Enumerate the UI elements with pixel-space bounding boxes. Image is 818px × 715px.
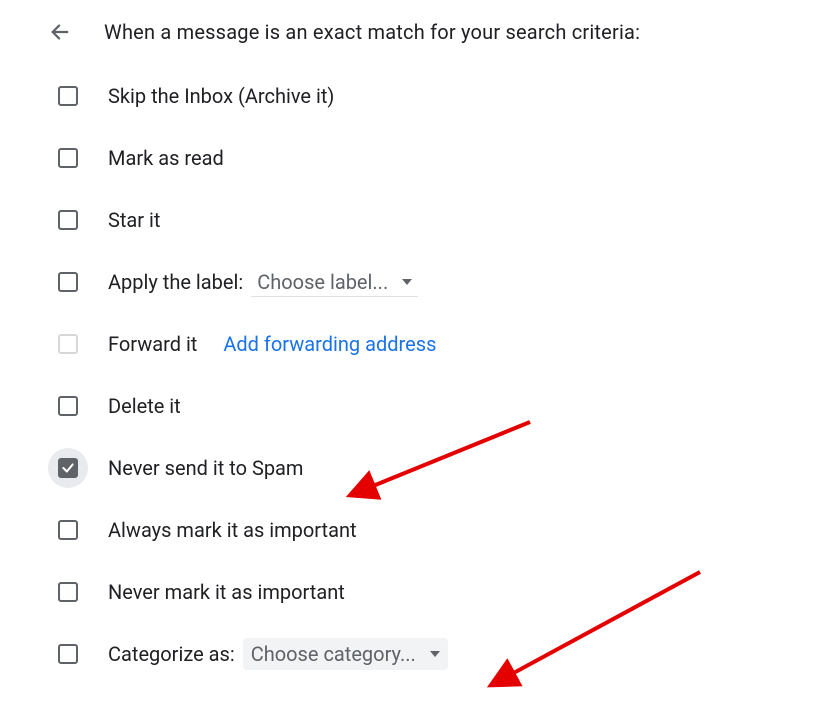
select-apply-label[interactable]: Choose label... [251,268,418,297]
label-apply-label: Apply the label: [108,270,243,294]
checkbox-star[interactable] [58,210,78,230]
checkbox-always-important[interactable] [58,520,78,540]
label-mark-read: Mark as read [108,146,224,170]
label-categorize: Categorize as: [108,642,235,666]
checkbox-apply-label[interactable] [58,272,78,292]
label-skip-inbox: Skip the Inbox (Archive it) [108,84,334,108]
option-star[interactable]: Star it [48,200,818,240]
chevron-down-icon [430,651,440,657]
select-categorize[interactable]: Choose category... [243,638,448,670]
checkbox-forward [58,334,78,354]
checkbox-mark-read[interactable] [58,148,78,168]
label-never-important: Never mark it as important [108,580,345,604]
option-forward: Forward it Add forwarding address [48,324,818,364]
label-forward: Forward it [108,332,197,356]
option-categorize[interactable]: Categorize as: Choose category... [48,634,818,674]
checkbox-skip-inbox[interactable] [58,86,78,106]
option-never-spam[interactable]: Never send it to Spam [48,448,818,488]
header: When a message is an exact match for you… [48,20,818,44]
option-always-important[interactable]: Always mark it as important [48,510,818,550]
label-delete: Delete it [108,394,181,418]
option-never-important[interactable]: Never mark it as important [48,572,818,612]
label-never-spam: Never send it to Spam [108,456,303,480]
label-star: Star it [108,208,160,232]
option-delete[interactable]: Delete it [48,386,818,426]
chevron-down-icon [402,279,412,285]
select-apply-label-text: Choose label... [257,270,388,294]
option-apply-label[interactable]: Apply the label: Choose label... [48,262,818,302]
checkbox-never-spam[interactable] [58,458,78,478]
label-always-important: Always mark it as important [108,518,357,542]
option-skip-inbox[interactable]: Skip the Inbox (Archive it) [48,76,818,116]
back-arrow-icon[interactable] [48,20,72,44]
checkbox-delete[interactable] [58,396,78,416]
checkbox-categorize[interactable] [58,644,78,664]
select-categorize-text: Choose category... [251,642,416,666]
link-add-forwarding[interactable]: Add forwarding address [223,332,436,356]
checkbox-never-important[interactable] [58,582,78,602]
option-mark-read[interactable]: Mark as read [48,138,818,178]
page-title: When a message is an exact match for you… [104,20,640,44]
